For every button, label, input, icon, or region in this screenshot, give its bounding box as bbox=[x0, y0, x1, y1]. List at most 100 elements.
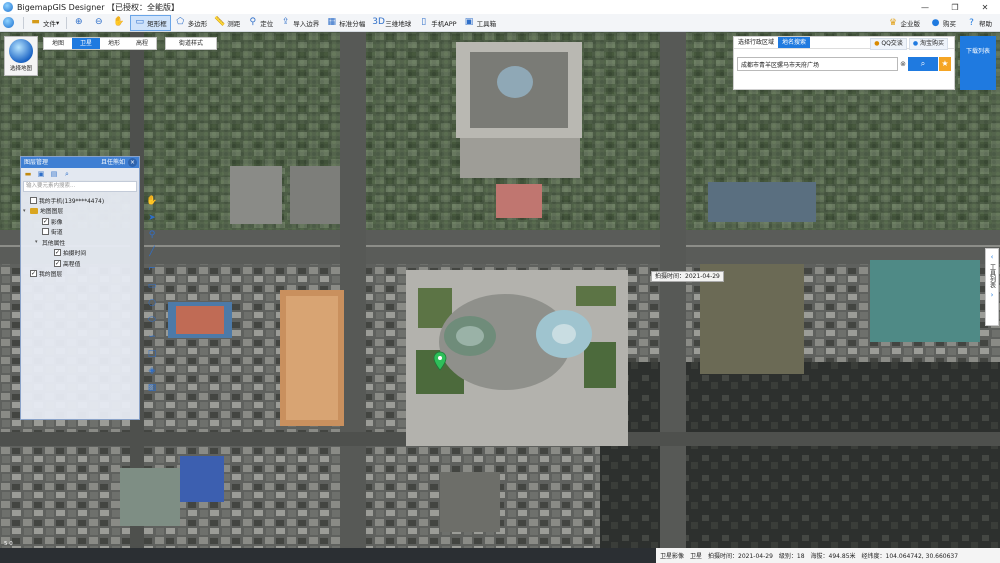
polygon-select-icon: ⬠ bbox=[176, 17, 185, 27]
scale-label: 5 0 bbox=[4, 541, 13, 547]
collapse-left-icon[interactable]: ‹ bbox=[986, 253, 998, 261]
collapse-panel-link[interactable]: 且任熊如 bbox=[101, 157, 125, 168]
map-tab[interactable]: 地图 bbox=[44, 38, 72, 49]
zoom-out-tool-button[interactable]: ⊖ bbox=[90, 15, 109, 31]
rect-icon[interactable]: ▭ bbox=[146, 280, 158, 292]
crown-icon: ♛ bbox=[888, 17, 898, 28]
crown-button[interactable]: ♛ 企业版 bbox=[885, 15, 924, 31]
layer-tree-item[interactable]: ✓ 拍摄时间 bbox=[23, 248, 139, 259]
pan-hand-tool-button[interactable]: ✋ bbox=[110, 15, 129, 31]
freehand-icon[interactable]: ∽ bbox=[146, 331, 158, 343]
layer-checkbox[interactable]: ✓ bbox=[42, 217, 49, 225]
layer-tree-item[interactable]: ✓ 影像 bbox=[23, 216, 139, 227]
layer-label: 我的图层 bbox=[39, 272, 63, 279]
tool-label: 手机APP bbox=[431, 19, 457, 28]
collapse-right-icon[interactable]: › bbox=[986, 291, 998, 299]
import-boundary-tool-button[interactable]: ⇪ 导入边界 bbox=[277, 15, 322, 31]
help-button[interactable]: ? 帮助 bbox=[963, 15, 995, 31]
3d-earth-tool-button[interactable]: 3D 三维地球 bbox=[369, 15, 414, 31]
ellipse-icon[interactable]: ⬭ bbox=[146, 314, 158, 326]
tab-select-region[interactable]: 选择行政区域 bbox=[734, 37, 778, 48]
layer-label: 其他属性 bbox=[42, 240, 66, 247]
place-search-input[interactable] bbox=[737, 57, 898, 71]
map-tab[interactable]: 高程 bbox=[128, 38, 156, 49]
layer-tree-item[interactable]: ✓ 我的图层 bbox=[23, 269, 139, 280]
search-icon[interactable]: ⌕ bbox=[62, 170, 72, 179]
toolbar-right-label: 购买 bbox=[943, 20, 956, 28]
layer-tree-item[interactable]: ✓ 高程值 bbox=[23, 258, 139, 269]
minimize-button[interactable]: — bbox=[910, 0, 940, 14]
layer-label: 地图图层 bbox=[40, 209, 64, 216]
file-menu-button[interactable]: ▬ 文件 ▾ bbox=[27, 15, 62, 31]
folder-icon: ▬ bbox=[31, 17, 40, 27]
expand-toggle-icon[interactable]: ▾ bbox=[23, 208, 30, 214]
layer-checkbox[interactable]: ✓ bbox=[30, 270, 37, 278]
toolbar-right-label: 帮助 bbox=[979, 20, 992, 28]
app-logo-icon bbox=[3, 2, 13, 12]
expand-toggle-icon[interactable]: ▾ bbox=[35, 239, 42, 245]
rectangle-select-icon: ▭ bbox=[135, 17, 145, 27]
marker-icon[interactable]: ⚲ bbox=[146, 229, 158, 241]
open-folder-icon[interactable]: ▬ bbox=[23, 170, 33, 179]
app-menu-button[interactable] bbox=[0, 15, 19, 31]
close-panel-icon[interactable]: × bbox=[128, 158, 137, 167]
line-icon[interactable]: ╱ bbox=[146, 246, 158, 258]
locate-icon: ⚲ bbox=[249, 17, 257, 27]
street-style-button[interactable]: 街道样式 bbox=[165, 37, 217, 50]
layer-search-input[interactable]: 输入要元素内搜索... bbox=[23, 181, 137, 192]
text-box-icon[interactable]: ▨ bbox=[146, 382, 158, 394]
pan-icon[interactable]: ✋ bbox=[146, 195, 158, 207]
globe-icon bbox=[9, 39, 33, 63]
pointer-icon[interactable]: ➤ bbox=[146, 212, 158, 224]
layer-label: 拍摄时间 bbox=[63, 251, 87, 258]
layer-tree-item[interactable]: ▾ 地图图层 bbox=[23, 206, 139, 217]
polyline-icon[interactable]: ⌐ bbox=[146, 263, 158, 275]
tool-label: 矩形框 bbox=[147, 19, 167, 28]
zoom-in-tool-button[interactable]: ⊕ bbox=[70, 15, 89, 31]
grid-tool-button[interactable]: ▦ 标准分幅 bbox=[323, 15, 368, 31]
layer-checkbox[interactable] bbox=[42, 228, 49, 236]
map-source-selector[interactable]: 选择地图 bbox=[4, 36, 38, 76]
close-button[interactable]: ✕ bbox=[970, 0, 1000, 14]
layer-checkbox[interactable]: ✓ bbox=[54, 249, 61, 257]
zoom-in-icon: ⊕ bbox=[74, 17, 83, 27]
tab-place-search[interactable]: 地名搜索 bbox=[778, 37, 811, 48]
qq-chat-button[interactable]: ● QQ交谈 bbox=[870, 38, 907, 50]
layer-tree: 我的手机(139****4474) ▾ 地图图层 ✓ 影像 街道 ▾ 其他属性 ✓ 拍摄时间 ✓ 高程… bbox=[21, 193, 139, 279]
tool-label: 三维地球 bbox=[385, 19, 412, 28]
search-button[interactable]: ⌕ bbox=[908, 57, 938, 71]
draw-tools-column: ✋ ➤ ⚲ ╱ ⌐ ▭ ○ ⬭ ∽ □ ◈ ▨ bbox=[142, 193, 162, 393]
clear-icon[interactable]: ⊗ bbox=[898, 57, 908, 71]
layer-label: 高程值 bbox=[63, 261, 81, 268]
status-layer-value: 卫星 bbox=[690, 553, 703, 560]
favorite-star-icon[interactable]: ★ bbox=[939, 57, 951, 71]
taobao-buy-button[interactable]: ● 淘宝购买 bbox=[908, 38, 948, 50]
layer-panel-toolbar: ▬ ▣ ▤ ⌕ bbox=[21, 168, 139, 180]
rectangle-select-tool-button[interactable]: ▭ 矩形框 bbox=[130, 14, 171, 31]
mobile-tool-button[interactable]: ▯ 手机APP bbox=[415, 15, 459, 31]
maximize-button[interactable]: ❐ bbox=[940, 0, 970, 14]
locate-tool-button[interactable]: ⚲ 定位 bbox=[244, 15, 276, 31]
layer-tree-item[interactable]: ▾ 其他属性 bbox=[23, 237, 139, 248]
layer-checkbox[interactable] bbox=[30, 196, 37, 204]
eraser-icon[interactable]: ◈ bbox=[146, 365, 158, 377]
square-icon[interactable]: □ bbox=[146, 348, 158, 360]
cart-button[interactable]: ● 购买 bbox=[927, 15, 959, 31]
layers-icon[interactable]: ▤ bbox=[49, 170, 59, 179]
download-list-label: 下载列表 bbox=[965, 48, 990, 55]
layer-tree-item[interactable]: 我的手机(139****4474) bbox=[23, 195, 139, 206]
map-tab[interactable]: 地形 bbox=[100, 38, 128, 49]
region-search-tabs: 选择行政区域 地名搜索 ● QQ交谈 ● 淘宝购买 bbox=[734, 37, 954, 50]
download-list-button[interactable]: 下载列表 bbox=[960, 36, 996, 90]
measure-tool-button[interactable]: 📏 测距 bbox=[211, 15, 243, 31]
layer-tree-item[interactable]: 街道 bbox=[23, 227, 139, 238]
layer-checkbox[interactable]: ✓ bbox=[54, 259, 61, 267]
map-tab[interactable]: 卫星 bbox=[72, 38, 101, 49]
toolbox-icon: ▣ bbox=[464, 17, 474, 27]
toolbox-tool-button[interactable]: ▣ 工具箱 bbox=[461, 15, 500, 31]
save-icon[interactable]: ▣ bbox=[36, 170, 46, 179]
polygon-select-tool-button[interactable]: ⬠ 多边形 bbox=[172, 15, 211, 31]
circle-icon[interactable]: ○ bbox=[146, 297, 158, 309]
tool-list-tab[interactable]: ‹ 工具列表 › bbox=[985, 248, 999, 326]
tool-label: 工具箱 bbox=[476, 19, 497, 28]
